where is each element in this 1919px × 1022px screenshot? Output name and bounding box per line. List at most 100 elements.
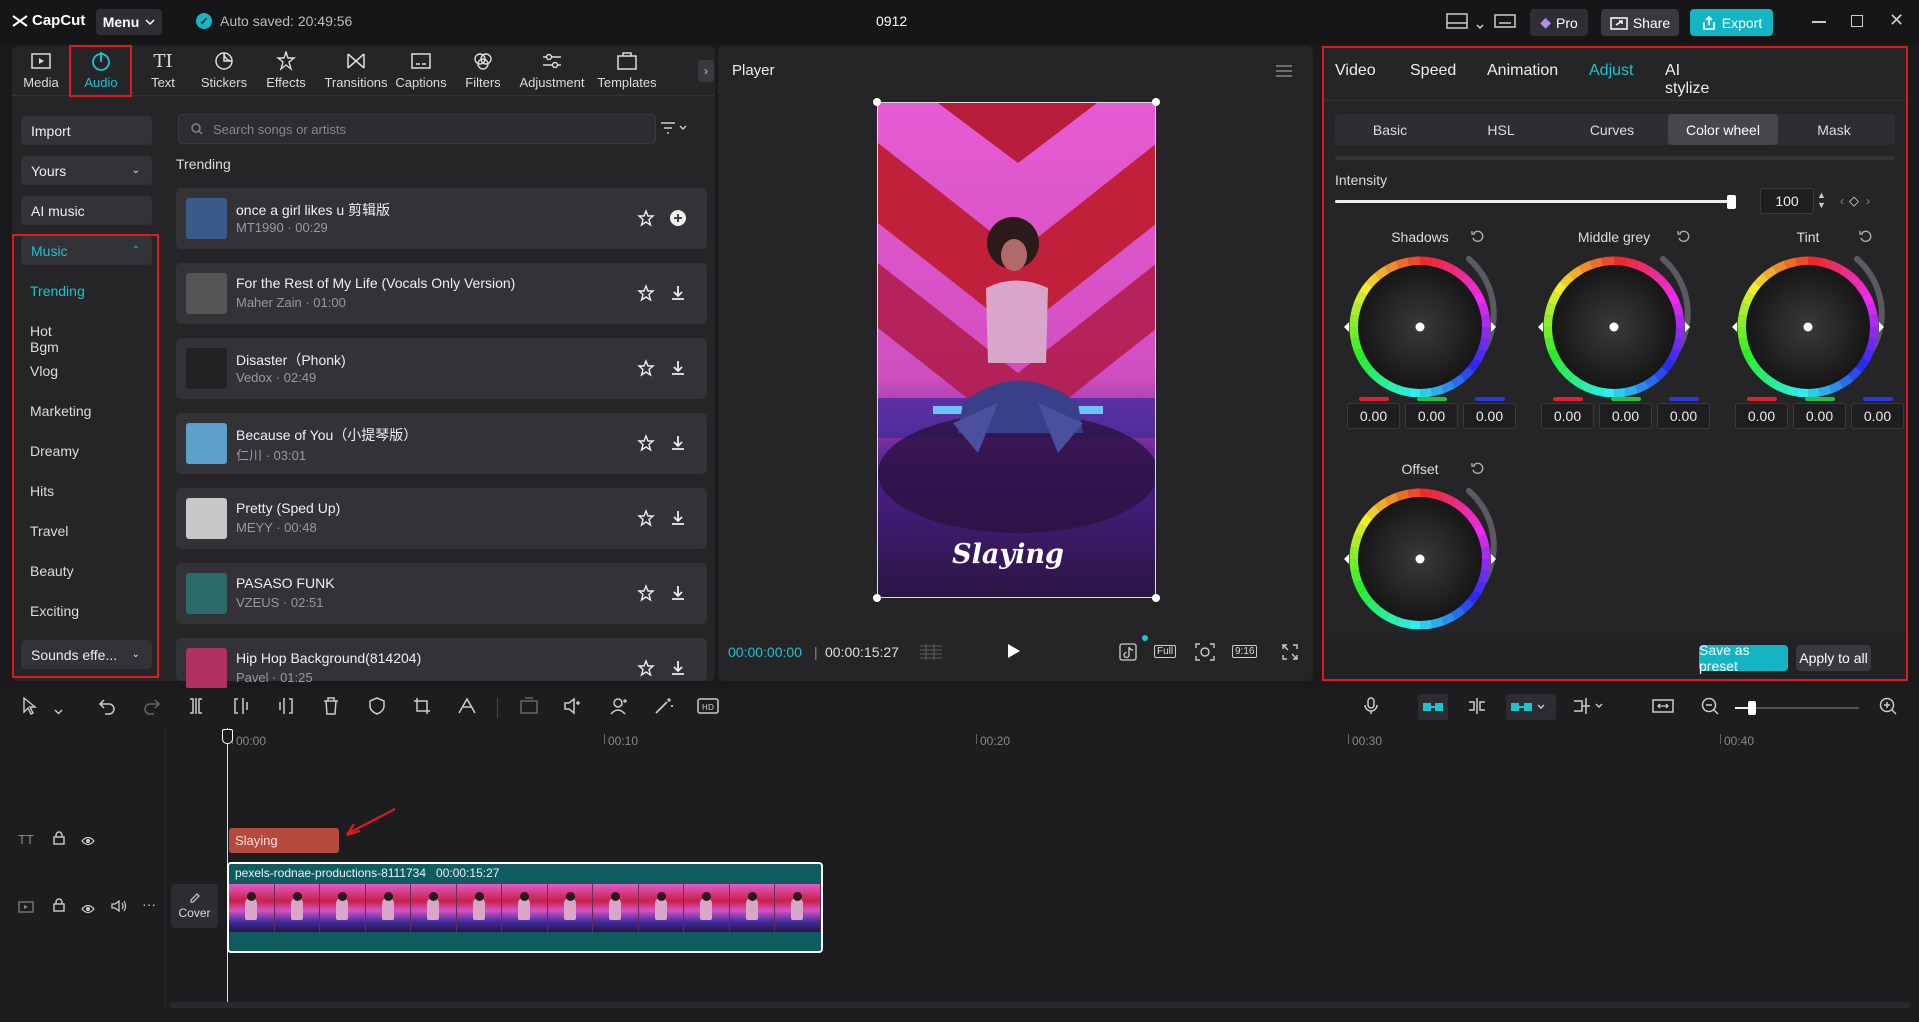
track-item[interactable]: Disaster（Phonk) Vedox · 02:49 bbox=[176, 338, 707, 399]
download-icon[interactable] bbox=[669, 434, 687, 455]
waveform-grid-icon[interactable] bbox=[918, 644, 944, 663]
magic-wand-icon[interactable] bbox=[654, 697, 674, 718]
close-icon[interactable]: ✕ bbox=[1889, 10, 1904, 31]
tabs-scroll-right-icon[interactable]: › bbox=[698, 60, 714, 82]
lock-icon[interactable] bbox=[53, 831, 65, 848]
video-preview[interactable]: Slaying bbox=[877, 102, 1156, 598]
resize-handle[interactable] bbox=[873, 594, 881, 602]
select-cursor-icon[interactable] bbox=[22, 696, 38, 718]
track-item[interactable]: Because of You（小提琴版） 仁川 · 03:01 bbox=[176, 413, 707, 474]
more-options-icon[interactable]: ··· bbox=[142, 896, 156, 912]
track-item[interactable]: once a girl likes u 剪辑版 MT1990 · 00:29 bbox=[176, 188, 707, 249]
keyboard-icon[interactable] bbox=[1494, 13, 1516, 32]
microphone-icon[interactable] bbox=[1364, 697, 1378, 718]
tab-transitions[interactable]: Transitions bbox=[320, 46, 392, 94]
track-item[interactable]: Hip Hop Background(814204) Pavel · 01:25 bbox=[176, 638, 707, 689]
tab-stickers[interactable]: Stickers bbox=[195, 46, 253, 94]
chevron-down-icon[interactable] bbox=[54, 702, 63, 718]
video-clip[interactable]: pexels-rodnae-productions-8111734 00:00:… bbox=[227, 862, 823, 953]
star-icon[interactable] bbox=[637, 584, 655, 605]
track-item[interactable]: For the Rest of My Life (Vocals Only Ver… bbox=[176, 263, 707, 324]
preview-axis-icon[interactable] bbox=[1572, 697, 1608, 718]
auto-snap-icon[interactable] bbox=[1466, 697, 1488, 718]
chevron-down-icon[interactable] bbox=[1476, 17, 1484, 33]
auto-reframe-icon[interactable] bbox=[457, 697, 477, 718]
tab-effects[interactable]: Effects bbox=[257, 46, 315, 94]
track-item[interactable]: PASASO FUNK VZEUS · 02:51 bbox=[176, 563, 707, 624]
project-name[interactable]: 0912 bbox=[876, 13, 907, 29]
music-category-beauty[interactable]: Beauty bbox=[30, 563, 74, 579]
resize-handle[interactable] bbox=[1152, 98, 1160, 106]
tab-filters[interactable]: Filters bbox=[454, 46, 512, 94]
fullscreen-icon[interactable] bbox=[1282, 644, 1298, 663]
tab-templates[interactable]: Templates bbox=[591, 46, 663, 94]
full-quality-button[interactable]: Full bbox=[1154, 645, 1177, 658]
zoom-fit-icon[interactable] bbox=[1195, 643, 1215, 664]
download-icon[interactable] bbox=[669, 359, 687, 380]
tab-captions[interactable]: Captions bbox=[388, 46, 454, 94]
track-item[interactable]: Pretty (Sped Up) MEYY · 00:48 bbox=[176, 488, 707, 549]
resize-handle[interactable] bbox=[873, 98, 881, 106]
music-category-travel[interactable]: Travel bbox=[30, 523, 68, 539]
music-category-marketing[interactable]: Marketing bbox=[30, 403, 91, 419]
split-icon[interactable] bbox=[188, 697, 204, 718]
delete-icon[interactable] bbox=[323, 697, 339, 718]
tab-adjustment[interactable]: Adjustment bbox=[512, 46, 592, 94]
yours-button[interactable]: Yours ⌄ bbox=[21, 156, 152, 185]
star-icon[interactable] bbox=[637, 434, 655, 455]
eye-icon[interactable] bbox=[81, 901, 95, 917]
crop-icon[interactable] bbox=[413, 697, 431, 718]
split-left-icon[interactable] bbox=[233, 697, 249, 718]
search-input[interactable]: Search songs or artists bbox=[178, 114, 656, 144]
eye-icon[interactable] bbox=[81, 833, 95, 849]
lock-icon[interactable] bbox=[53, 898, 65, 915]
share-button[interactable]: Share bbox=[1601, 9, 1679, 36]
player-menu-icon[interactable] bbox=[1276, 64, 1292, 80]
star-icon[interactable] bbox=[637, 284, 655, 305]
music-category-dreamy[interactable]: Dreamy bbox=[30, 443, 79, 459]
hd-enhance-icon[interactable]: HD bbox=[697, 697, 719, 718]
star-icon[interactable] bbox=[637, 659, 655, 680]
fit-timeline-icon[interactable] bbox=[1652, 697, 1674, 718]
play-icon[interactable] bbox=[1007, 643, 1021, 662]
audio-separate-icon[interactable] bbox=[563, 697, 583, 718]
cover-button[interactable]: Cover bbox=[171, 884, 218, 928]
sounds-effects-button[interactable]: Sounds effe... ⌄ bbox=[21, 640, 152, 669]
import-button[interactable]: Import bbox=[21, 116, 152, 145]
filter-sort-icon[interactable] bbox=[660, 120, 690, 139]
menu-button[interactable]: Menu bbox=[96, 9, 162, 35]
star-icon[interactable] bbox=[637, 209, 655, 230]
zoom-out-icon[interactable] bbox=[1701, 697, 1719, 718]
freeze-frame-icon[interactable] bbox=[520, 697, 538, 718]
shield-icon[interactable] bbox=[369, 697, 385, 718]
aspect-ratio-button[interactable]: 9:16 bbox=[1232, 645, 1258, 658]
horizontal-scrollbar[interactable] bbox=[170, 1002, 1910, 1008]
music-category-hits[interactable]: Hits bbox=[30, 483, 54, 499]
resize-handle[interactable] bbox=[1152, 594, 1160, 602]
layout-icon[interactable] bbox=[1446, 13, 1468, 32]
export-button[interactable]: Export bbox=[1690, 9, 1773, 36]
music-category-trending[interactable]: Trending bbox=[30, 283, 85, 299]
download-icon[interactable] bbox=[669, 284, 687, 305]
star-icon[interactable] bbox=[637, 359, 655, 380]
restore-icon[interactable] bbox=[1851, 15, 1863, 27]
undo-icon[interactable] bbox=[98, 697, 116, 718]
pro-button[interactable]: ◆ Pro bbox=[1530, 9, 1588, 36]
tab-text[interactable]: TI Text bbox=[134, 46, 192, 94]
music-category-exciting[interactable]: Exciting bbox=[30, 603, 79, 619]
music-category-button[interactable]: Music ⌃ bbox=[21, 236, 152, 265]
tab-media[interactable]: Media bbox=[12, 46, 70, 94]
split-right-icon[interactable] bbox=[278, 697, 294, 718]
redo-icon[interactable] bbox=[143, 697, 161, 718]
linkage-toggle-icon[interactable] bbox=[1506, 694, 1556, 720]
music-category-vlog[interactable]: Vlog bbox=[30, 363, 58, 379]
ai-music-button[interactable]: AI music bbox=[21, 196, 152, 225]
remove-background-icon[interactable] bbox=[609, 697, 629, 718]
star-icon[interactable] bbox=[637, 509, 655, 530]
download-icon[interactable] bbox=[669, 584, 687, 605]
music-category-hot-bgm[interactable]: Hot Bgm bbox=[30, 323, 59, 355]
download-icon[interactable] bbox=[669, 509, 687, 530]
zoom-slider-knob[interactable] bbox=[1748, 701, 1756, 715]
add-icon[interactable] bbox=[669, 209, 687, 230]
tiktok-icon[interactable] bbox=[1119, 643, 1137, 664]
